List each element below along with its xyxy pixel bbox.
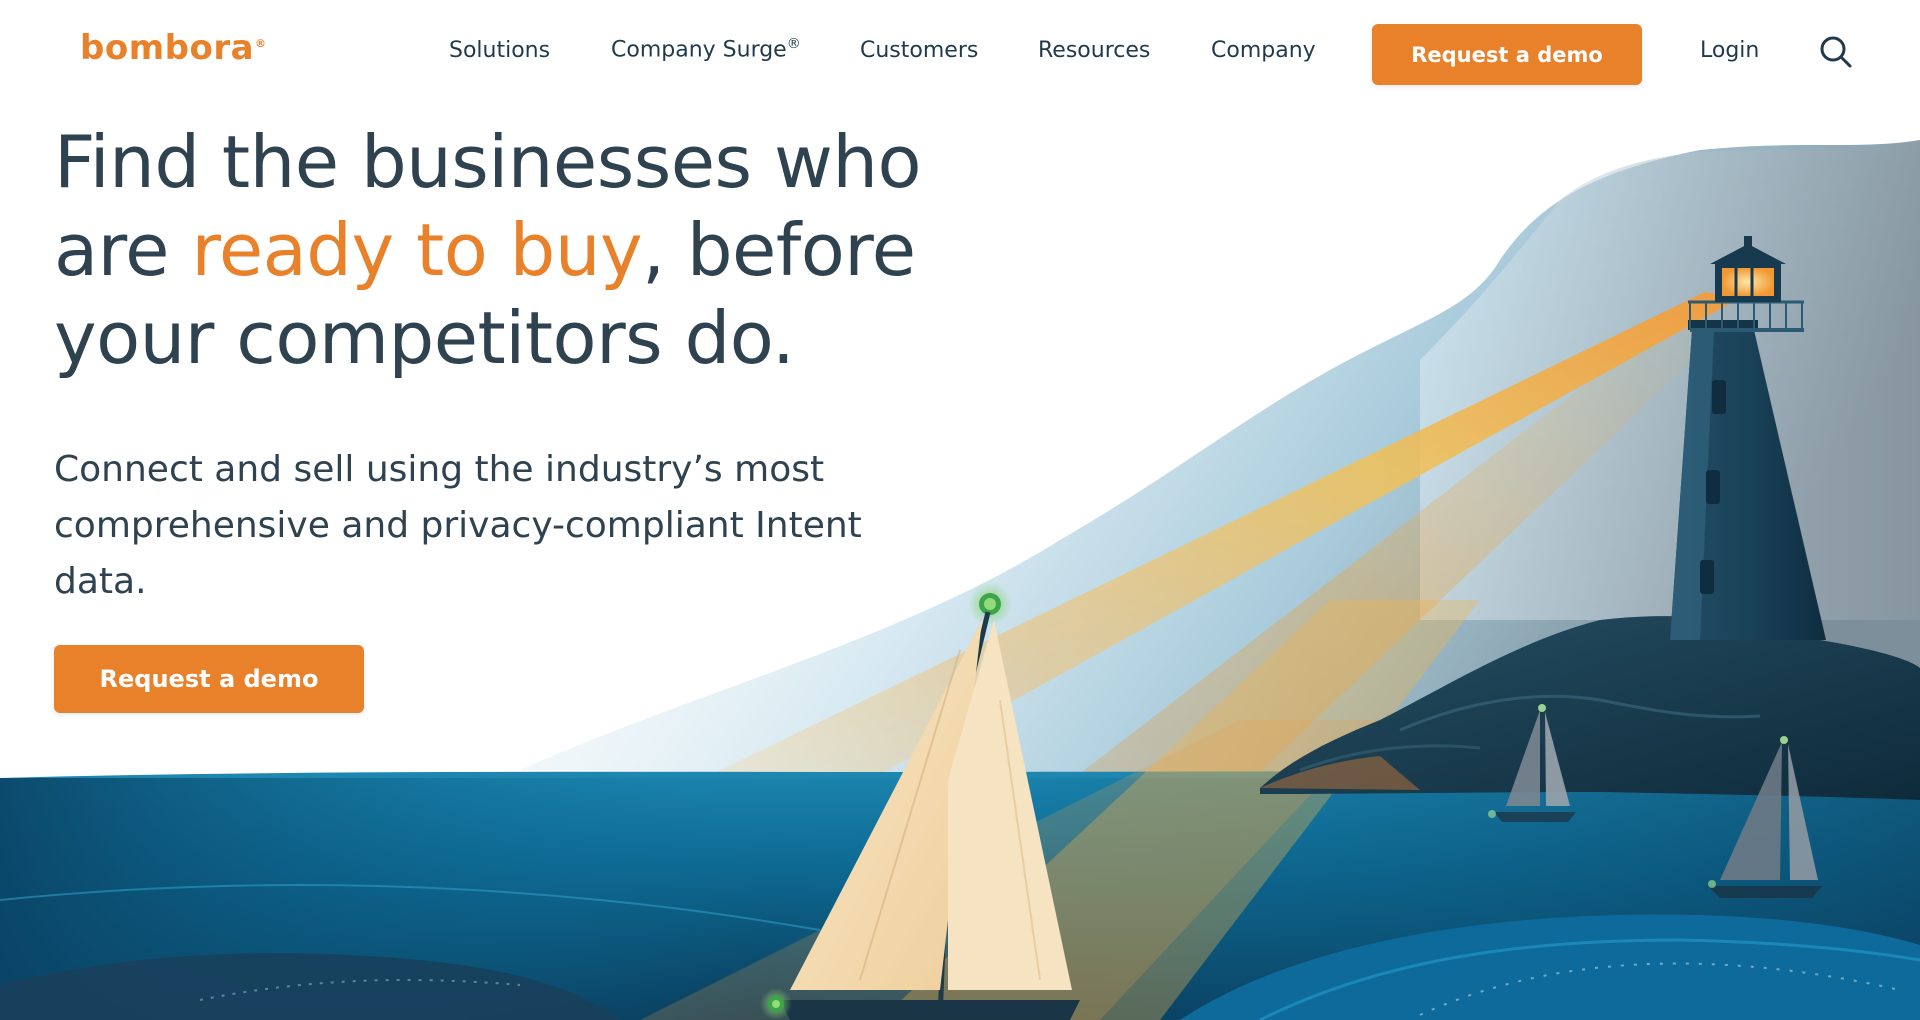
search-button[interactable] [1818,34,1854,70]
hero-heading-accent: ready to buy [191,208,643,292]
login-link[interactable]: Login [1700,38,1759,63]
hero-subheading: Connect and sell using the industry’s mo… [54,449,862,602]
nav-item-company-surge[interactable]: Company Surge® [611,36,801,62]
nav-item-company[interactable]: Company [1211,38,1316,63]
nav-item-solutions[interactable]: Solutions [449,38,550,63]
hero-section: Find the businesses who are ready to buy… [54,118,934,610]
site-header: bombora® Solutions Company Surge® Custom… [0,0,1920,110]
search-icon [1820,36,1852,68]
nav-item-resources[interactable]: Resources [1038,38,1150,63]
page: bombora® Solutions Company Surge® Custom… [0,0,1920,1020]
nav-item-company-surge-label: Company Surge [611,37,787,63]
hero-request-demo-button[interactable]: Request a demo [54,645,364,713]
nav-item-customers[interactable]: Customers [860,38,978,63]
registered-mark: ® [786,36,801,52]
header-request-demo-button[interactable]: Request a demo [1372,24,1642,85]
hero-heading: Find the businesses who are ready to buy… [54,118,934,382]
